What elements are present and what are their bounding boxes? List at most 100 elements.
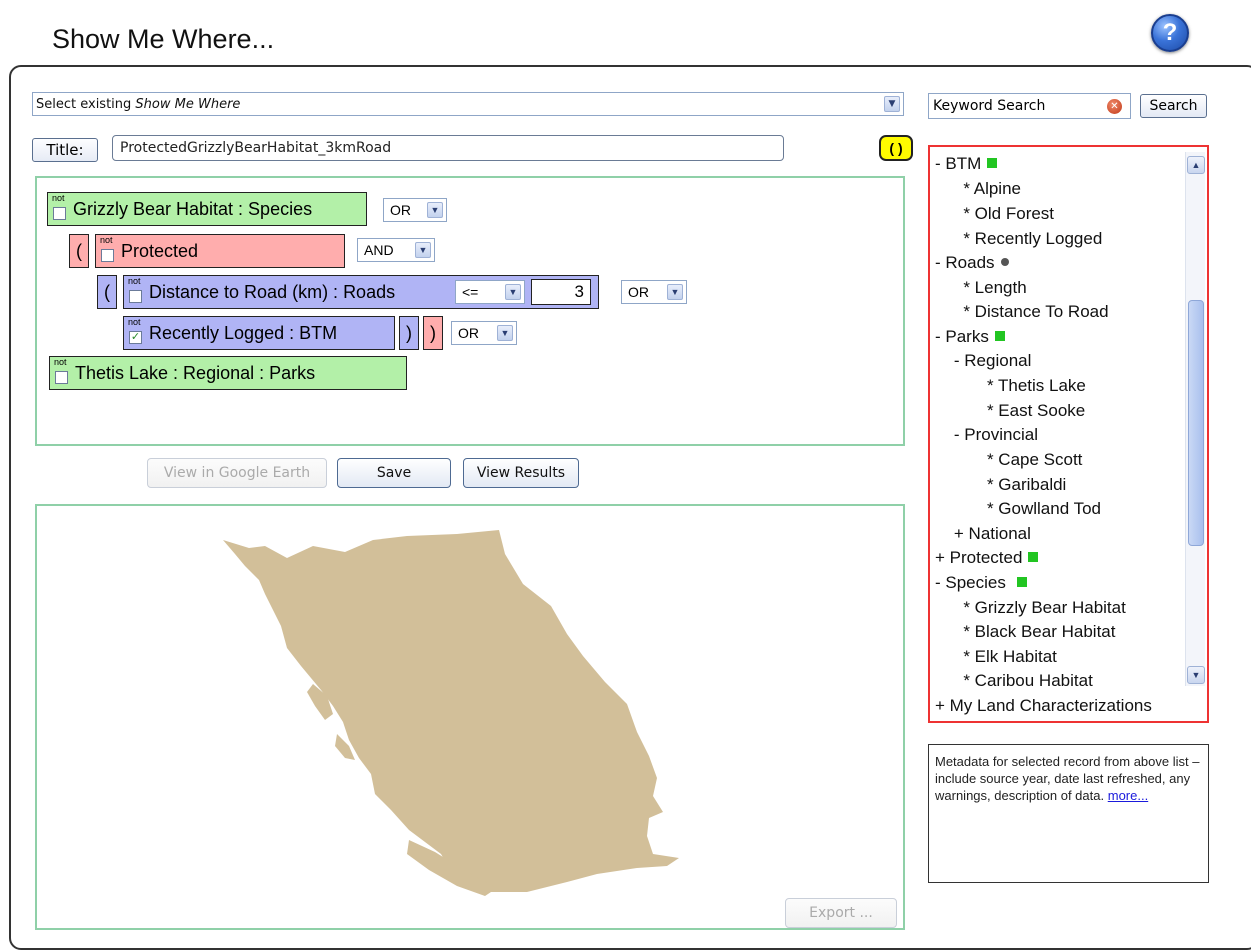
- tree-item[interactable]: * Alpine: [935, 179, 1021, 199]
- metadata-text: Metadata for selected record from above …: [935, 754, 1200, 803]
- checkbox-checked[interactable]: ✓: [129, 331, 142, 344]
- tree-item[interactable]: * Garibaldi: [935, 475, 1066, 495]
- operator-value: OR: [628, 284, 649, 300]
- operator-value: OR: [458, 325, 479, 341]
- tree-label: - Species: [935, 573, 1011, 592]
- not-checkbox[interactable]: not: [52, 194, 70, 224]
- chevron-down-icon[interactable]: ▼: [505, 284, 521, 300]
- not-label: not: [100, 235, 113, 245]
- clause-text: Recently Logged : BTM: [149, 322, 338, 343]
- query-clause-thetis-lake[interactable]: not Thetis Lake : Regional : Parks: [49, 356, 407, 390]
- distance-value-input[interactable]: 3: [531, 279, 591, 305]
- tree-item[interactable]: + National: [935, 524, 1031, 544]
- not-checkbox[interactable]: not: [128, 277, 146, 307]
- dot-icon: [1000, 258, 1009, 266]
- clause-text: Distance to Road (km) : Roads: [149, 281, 396, 302]
- chevron-down-icon[interactable]: ▼: [667, 284, 683, 300]
- view-in-google-earth-button[interactable]: View in Google Earth: [147, 458, 327, 488]
- view-results-button[interactable]: View Results: [463, 458, 579, 488]
- close-paren[interactable]: ): [399, 316, 419, 350]
- land-shape: [223, 530, 679, 892]
- not-checkbox[interactable]: not ✓: [128, 318, 146, 348]
- close-paren[interactable]: ): [423, 316, 443, 350]
- tree-label: + Protected: [935, 548, 1023, 567]
- chevron-down-icon[interactable]: ▼: [1187, 666, 1205, 684]
- query-clause-protected[interactable]: not Protected: [95, 234, 345, 268]
- tree-label: - Roads: [935, 253, 995, 272]
- checkbox[interactable]: [129, 290, 142, 303]
- tree-item[interactable]: * Old Forest: [935, 204, 1054, 224]
- more-link[interactable]: more...: [1108, 788, 1148, 803]
- checkbox[interactable]: [101, 249, 114, 262]
- help-icon[interactable]: ?: [1151, 14, 1189, 52]
- not-label: not: [52, 193, 65, 203]
- layer-tree[interactable]: - BTM * Alpine * Old Forest * Recently L…: [928, 145, 1209, 723]
- operator-value: AND: [364, 242, 394, 258]
- tree-item[interactable]: * Grizzly Bear Habitat: [935, 598, 1126, 618]
- operator-select[interactable]: OR ▼: [451, 321, 517, 345]
- clause-text: Thetis Lake : Regional : Parks: [75, 362, 316, 383]
- tree-item[interactable]: * Thetis Lake: [935, 376, 1086, 396]
- tree-item[interactable]: - Provincial: [935, 425, 1038, 445]
- not-checkbox[interactable]: not: [100, 236, 118, 266]
- chevron-down-icon[interactable]: ▼: [415, 242, 431, 258]
- tree-item[interactable]: * Caribou Habitat: [935, 671, 1092, 691]
- comparator-select[interactable]: <= ▼: [455, 280, 525, 304]
- tree-item[interactable]: * Gowlland Tod: [935, 499, 1101, 519]
- tree-item[interactable]: * Cape Scott: [935, 450, 1082, 470]
- checkbox[interactable]: [53, 207, 66, 220]
- title-label: Title:: [32, 138, 98, 162]
- clear-icon[interactable]: ✕: [1107, 99, 1122, 114]
- tree-item[interactable]: - Species: [935, 573, 1027, 593]
- export-button[interactable]: Export ...: [785, 898, 897, 928]
- tree-item[interactable]: - BTM: [935, 154, 998, 174]
- tree-item[interactable]: * East Sooke: [935, 401, 1085, 421]
- tree-item[interactable]: - Regional: [935, 351, 1032, 371]
- metadata-panel: Metadata for selected record from above …: [928, 744, 1209, 883]
- add-parentheses-button[interactable]: ( ): [879, 135, 913, 161]
- title-input[interactable]: ProtectedGrizzlyBearHabitat_3kmRoad: [112, 135, 784, 161]
- existing-show-me-where-select[interactable]: Select existing Show Me Where ▼: [32, 92, 904, 116]
- clause-text: Grizzly Bear Habitat : Species: [73, 198, 313, 219]
- tree-item[interactable]: * Black Bear Habitat: [935, 622, 1115, 642]
- tree-item[interactable]: * Length: [935, 278, 1026, 298]
- tree-item[interactable]: + My Land Characterizations: [935, 696, 1152, 716]
- chevron-up-icon[interactable]: ▲: [1187, 156, 1205, 174]
- chevron-down-icon[interactable]: ▼: [427, 202, 443, 218]
- tree-item[interactable]: * Elk Habitat: [935, 647, 1057, 667]
- map-view[interactable]: Export ...: [35, 504, 905, 930]
- tree-item[interactable]: * Distance To Road: [935, 302, 1108, 322]
- operator-select[interactable]: OR ▼: [621, 280, 687, 304]
- search-button[interactable]: Search: [1140, 94, 1207, 118]
- chevron-down-icon[interactable]: ▼: [497, 325, 513, 341]
- open-paren[interactable]: (: [97, 275, 117, 309]
- tree-item[interactable]: - Roads: [935, 253, 1009, 273]
- tree-item[interactable]: * Recently Logged: [935, 229, 1102, 249]
- operator-select[interactable]: AND ▼: [357, 238, 435, 262]
- scrollbar-thumb[interactable]: [1188, 300, 1204, 546]
- tree-scrollbar[interactable]: ▲ ▼: [1185, 152, 1205, 686]
- tree-item[interactable]: + Protected: [935, 548, 1039, 568]
- british-columbia-map: [223, 530, 679, 896]
- chevron-down-icon[interactable]: ▼: [884, 96, 900, 112]
- green-square-icon: [994, 331, 1005, 341]
- query-clause-recently-logged[interactable]: not ✓ Recently Logged : BTM: [123, 316, 395, 350]
- save-button[interactable]: Save: [337, 458, 451, 488]
- query-clause-distance-to-road[interactable]: not Distance to Road (km) : Roads: [123, 275, 599, 309]
- operator-select[interactable]: OR ▼: [383, 198, 447, 222]
- tree-label: - Parks: [935, 327, 989, 346]
- not-label: not: [128, 276, 141, 286]
- not-checkbox[interactable]: not: [54, 358, 72, 388]
- tree-label: - BTM: [935, 154, 982, 173]
- open-paren[interactable]: (: [69, 234, 89, 268]
- clause-text: Protected: [121, 240, 199, 261]
- query-clause-grizzly[interactable]: not Grizzly Bear Habitat : Species: [47, 192, 367, 226]
- checkbox[interactable]: [55, 371, 68, 384]
- keyword-search-input[interactable]: Keyword Search ✕: [928, 93, 1131, 119]
- tree-item[interactable]: - Parks: [935, 327, 1005, 347]
- not-label: not: [54, 357, 67, 367]
- operator-value: OR: [390, 202, 411, 218]
- comparator-value: <=: [462, 284, 479, 300]
- green-square-icon: [1028, 552, 1039, 562]
- not-label: not: [128, 317, 141, 327]
